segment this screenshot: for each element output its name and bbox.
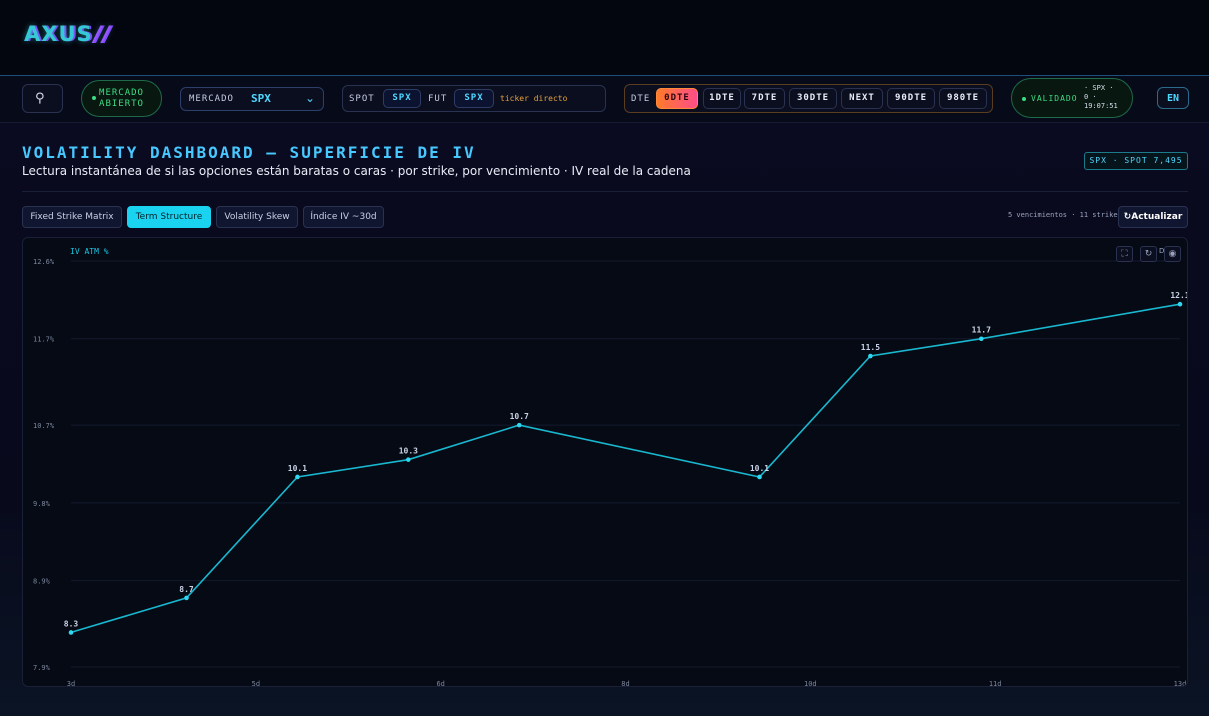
status-dot-icon [1022,97,1026,101]
dte-option-980te[interactable]: 980TE [939,88,987,109]
reset-icon[interactable]: ↻ [1140,246,1157,262]
spot-ticker-input[interactable]: SPX [383,89,421,108]
dte-option-7dte[interactable]: 7DTE [744,88,785,109]
chevron-down-icon: ⌄ [304,91,315,105]
validation-status-pill: VALIDADO · SPX · 0 · 19:07:51 [1011,78,1133,118]
chart-svg: 7.9% 8.9% 9.8% 10.7% 11.7% 12.6% 3d 5d 6d 8d 10d 11… [33,247,1187,686]
dte-option-next[interactable]: NEXT [841,88,883,109]
market-select-value: SPX [251,92,271,105]
validated-meta-line-2: 0 · [1084,93,1097,101]
logo-text: AXUS [24,22,93,46]
status-dot-icon [92,96,96,100]
validated-meta-line-1: · SPX · [1084,84,1114,92]
y-tick-label: 10.7% [33,422,55,430]
search-button[interactable]: ⚲ [22,84,63,113]
counts-label: 5 vencimientos · 11 strikes [1008,211,1122,219]
data-point [1177,301,1183,307]
data-point [68,630,74,635]
logo-mark: // [93,22,111,46]
market-select-label: MERCADO [189,94,234,104]
dte-option-0dte[interactable]: 0DTE [656,88,698,109]
market-status-line-2: ABIERTO [99,99,144,109]
data-label: 8.7 [179,585,194,594]
search-icon: ⚲ [35,91,45,106]
data-point [868,353,873,359]
series-line [70,303,1181,634]
spot-fut-group: SPOT SPX FUT SPX ticker directo [342,85,606,112]
dte-option-1dte[interactable]: 1DTE [703,88,741,109]
tab-indice-iv-30d[interactable]: Índice IV ~30d [303,206,384,228]
data-label: 12.1 [1170,291,1187,300]
x-tick-label: 6d [436,680,444,686]
x-tick-label: 8d [621,680,629,686]
toolbar: ⚲ MERCADO ABIERTO MERCADO SPX ⌄ SPOT SPX… [0,76,1209,123]
data-point [184,595,189,601]
tab-volatility-skew[interactable]: Volatility Skew [216,206,298,228]
tab-term-structure[interactable]: Term Structure [127,206,211,228]
y-tick-label: 11.7% [33,336,55,344]
market-status-pill: MERCADO ABIERTO [81,80,162,117]
data-label: 10.1 [750,464,769,473]
y-tick-label: 8.9% [33,578,51,586]
validated-meta-line-3: 19:07:51 [1084,102,1118,110]
data-label: 11.5 [861,343,880,352]
data-label: 10.1 [288,464,307,473]
x-tick-label: 11d [989,680,1002,686]
x-tick-label: 5d [252,680,260,686]
validated-meta: · SPX · 0 · 19:07:51 [1084,84,1132,111]
top-bar: AXUS// [0,0,1209,76]
divider [22,191,1188,192]
fullscreen-icon[interactable]: ⛶ [1116,246,1133,262]
refresh-button[interactable]: ↻Actualizar [1118,206,1188,228]
data-point [406,457,411,462]
dte-option-90dte[interactable]: 90DTE [887,88,935,109]
data-label: 10.7 [510,412,529,421]
dte-selector: DTE 0DTE 1DTE 7DTE 30DTE NEXT 90DTE 980T… [624,84,993,113]
data-point [295,474,300,480]
spot-label: SPOT [349,94,375,104]
axus-logo[interactable]: AXUS// [24,22,111,46]
x-tick-label: 10d [804,680,817,686]
tab-fixed-strike-matrix[interactable]: Fixed Strike Matrix [22,206,122,228]
page-title: VOLATILITY DASHBOARD — SUPERFICIE DE IV [22,143,476,162]
page-subtitle: Lectura instantánea de si las opciones e… [22,164,691,178]
data-point [979,336,984,342]
data-point [516,422,522,428]
data-label: 10.3 [399,447,418,456]
data-point [757,474,762,480]
y-tick-label: 12.6% [33,258,55,266]
language-label: EN [1166,93,1180,104]
main-content: VOLATILITY DASHBOARD — SUPERFICIE DE IV … [0,123,1209,716]
chart-title: IV ATM % [70,247,109,256]
x-tick-label: 13d [1174,680,1187,686]
term-structure-chart: 7.9% 8.9% 9.8% 10.7% 11.7% 12.6% 3d 5d 6d 8d 10d 11… [22,237,1188,687]
y-tick-label: 7.9% [33,664,51,672]
camera-icon[interactable]: ◉ [1164,246,1181,262]
ticker-hint: ticker directo [500,94,568,103]
y-tick-label: 9.8% [33,500,51,508]
market-select[interactable]: MERCADO SPX ⌄ [180,87,324,111]
fut-label: FUT [428,94,448,104]
dte-option-30dte[interactable]: 30DTE [789,88,837,109]
data-label: 11.7 [972,326,991,335]
x-tick-label: 3d [67,680,75,686]
validated-label: VALIDADO [1031,94,1078,103]
fut-ticker-input[interactable]: SPX [454,89,494,108]
spot-badge: SPX · SPOT 7,495 [1084,152,1188,170]
language-button[interactable]: EN [1157,87,1189,109]
data-label: 8.3 [64,619,79,628]
dte-label: DTE [631,94,651,104]
